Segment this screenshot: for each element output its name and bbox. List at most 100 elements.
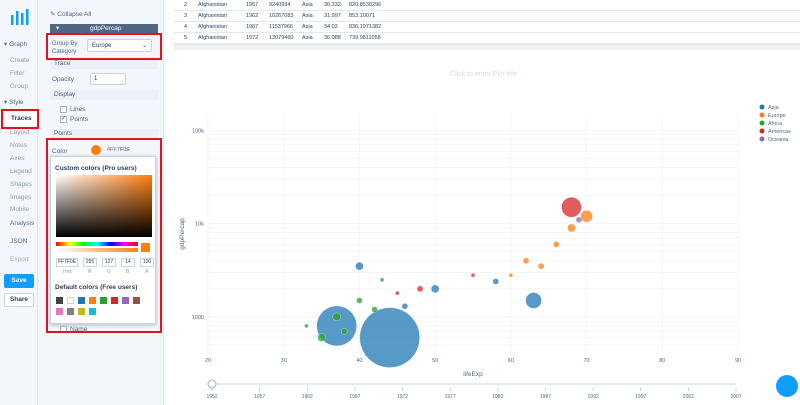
table-cell[interactable]: 2 bbox=[184, 2, 187, 8]
legend-marker[interactable] bbox=[759, 128, 765, 134]
table-row: 2 Afghanistan 1957 9240934 Asia 30.332 820.853… bbox=[174, 0, 800, 11]
table-cell[interactable]: 853.10071 bbox=[349, 13, 375, 19]
table-cell[interactable]: 1972 bbox=[246, 35, 258, 41]
nav-item-mobile[interactable]: Mobile bbox=[10, 206, 29, 213]
year-slider-handle[interactable] bbox=[207, 379, 217, 389]
nav-item-images[interactable]: Images bbox=[10, 194, 31, 201]
data-point[interactable] bbox=[580, 210, 593, 223]
data-point[interactable] bbox=[525, 292, 542, 309]
collapse-all-button[interactable]: ✎ Collapse All bbox=[50, 10, 91, 18]
slider-tick-label: 1962 bbox=[302, 394, 313, 400]
slider-tick-label: 2007 bbox=[730, 394, 741, 400]
table-cell[interactable]: Asia bbox=[302, 35, 313, 41]
data-point[interactable] bbox=[553, 241, 560, 248]
legend-label[interactable]: Europe bbox=[768, 113, 786, 119]
x-tick-label: 30 bbox=[281, 358, 287, 364]
x-tick-label: 40 bbox=[356, 358, 362, 364]
table-cell[interactable]: 36.088 bbox=[324, 35, 341, 41]
table-cell[interactable]: Afghanistan bbox=[198, 24, 227, 30]
chat-button[interactable] bbox=[776, 375, 798, 397]
table-cell[interactable]: 1962 bbox=[246, 13, 258, 19]
legend-marker[interactable] bbox=[759, 136, 765, 142]
legend-label[interactable]: Asia bbox=[768, 105, 780, 111]
data-point[interactable] bbox=[355, 262, 364, 271]
data-point[interactable] bbox=[317, 333, 326, 342]
y-axis-label: gdpPercap bbox=[179, 218, 186, 250]
nav-item-create[interactable]: Create bbox=[10, 57, 30, 64]
data-point[interactable] bbox=[567, 223, 576, 233]
data-point[interactable] bbox=[332, 312, 341, 322]
save-button[interactable]: Save bbox=[4, 274, 34, 288]
y-tick-label: 100k bbox=[192, 128, 204, 134]
nav-item-export[interactable]: Export bbox=[10, 256, 29, 263]
data-point[interactable] bbox=[522, 257, 530, 264]
table-cell[interactable]: Afghanistan bbox=[198, 13, 227, 19]
data-point[interactable] bbox=[416, 285, 424, 292]
legend-label[interactable]: Americas bbox=[768, 129, 791, 135]
legend-label[interactable]: Africa bbox=[768, 121, 783, 127]
table-cell[interactable]: 30.332 bbox=[324, 2, 341, 8]
data-point[interactable] bbox=[371, 306, 378, 313]
table-cell[interactable]: Afghanistan bbox=[198, 35, 227, 41]
table-cell[interactable]: Asia bbox=[302, 2, 313, 8]
table-cell[interactable]: 10267083 bbox=[269, 13, 293, 19]
lines-checkbox[interactable] bbox=[60, 106, 67, 113]
highlight-traces bbox=[1, 109, 39, 129]
data-point[interactable] bbox=[341, 328, 348, 335]
share-button[interactable]: Share bbox=[4, 293, 34, 307]
legend-marker[interactable] bbox=[759, 120, 765, 126]
data-point[interactable] bbox=[304, 323, 309, 329]
nav-item-notes[interactable]: Notes bbox=[10, 142, 27, 149]
data-point[interactable] bbox=[356, 297, 363, 304]
table-cell[interactable]: 31.997 bbox=[324, 13, 341, 19]
data-point[interactable] bbox=[561, 197, 582, 218]
scatter-chart: 20 30 40 50 60 70 80 90 1000 10k 100k lifeExp gdpPer… bbox=[179, 104, 791, 400]
nav-section-graph[interactable]: ▾ Graph bbox=[4, 40, 27, 48]
data-point[interactable] bbox=[575, 216, 583, 223]
nav-item-axes[interactable]: Axes bbox=[10, 155, 24, 162]
opacity-input[interactable]: 1 bbox=[90, 73, 126, 85]
nav-section-style[interactable]: ▾ Style bbox=[4, 98, 24, 106]
data-point[interactable] bbox=[430, 284, 440, 293]
data-point[interactable] bbox=[379, 277, 385, 282]
table-cell[interactable]: 5 bbox=[184, 35, 187, 41]
data-point[interactable] bbox=[492, 278, 499, 285]
table-cell[interactable]: 13079460 bbox=[269, 35, 293, 41]
table-cell[interactable]: 9240934 bbox=[269, 2, 290, 8]
slider-tick-label: 1997 bbox=[635, 394, 646, 400]
legend-label[interactable]: Oceania bbox=[768, 137, 789, 143]
nav-item-legend[interactable]: Legend bbox=[10, 168, 32, 175]
legend-marker[interactable] bbox=[759, 104, 765, 110]
points-checkbox[interactable]: ✓ bbox=[60, 116, 67, 123]
display-section: Display bbox=[50, 90, 158, 100]
table-cell[interactable]: 11537966 bbox=[269, 24, 293, 30]
nav-item-shapes[interactable]: Shapes bbox=[10, 181, 32, 188]
nav-item-filter[interactable]: Filter bbox=[10, 70, 24, 77]
nav-item-group[interactable]: Group bbox=[10, 83, 28, 90]
opacity-label: Opacity bbox=[52, 76, 75, 83]
table-cell[interactable]: 739.9811058 bbox=[349, 35, 381, 41]
data-point[interactable] bbox=[401, 303, 409, 310]
table-cell[interactable]: 820.8530296 bbox=[349, 2, 381, 8]
table-cell[interactable]: 1957 bbox=[246, 2, 258, 8]
data-point[interactable] bbox=[537, 263, 545, 270]
nav-item-json[interactable]: JSON bbox=[10, 238, 27, 245]
table-cell[interactable]: 34.02 bbox=[324, 24, 338, 30]
table-cell[interactable]: Asia bbox=[302, 13, 313, 19]
legend-marker[interactable] bbox=[759, 112, 765, 118]
table-cell[interactable]: Afghanistan bbox=[198, 2, 227, 8]
table-scrollbar[interactable] bbox=[174, 44, 800, 50]
table-cell[interactable]: 1967 bbox=[246, 24, 258, 30]
table-row: 3 Afghanistan 1962 10267083 Asia 31.997 853.10… bbox=[174, 11, 800, 22]
data-point[interactable] bbox=[508, 273, 514, 278]
slider-tick-label: 2002 bbox=[683, 394, 694, 400]
table-cell[interactable]: Asia bbox=[302, 24, 313, 30]
table-cell[interactable]: 836.1971382 bbox=[349, 24, 381, 30]
data-point[interactable] bbox=[395, 290, 400, 296]
table-cell[interactable]: 4 bbox=[184, 24, 187, 30]
data-point[interactable] bbox=[359, 307, 420, 368]
table-cell[interactable]: 3 bbox=[184, 13, 187, 19]
nav-item-layout[interactable]: Layout bbox=[10, 129, 30, 136]
data-point[interactable] bbox=[470, 273, 476, 278]
nav-item-analysis[interactable]: Analysis bbox=[10, 220, 34, 227]
